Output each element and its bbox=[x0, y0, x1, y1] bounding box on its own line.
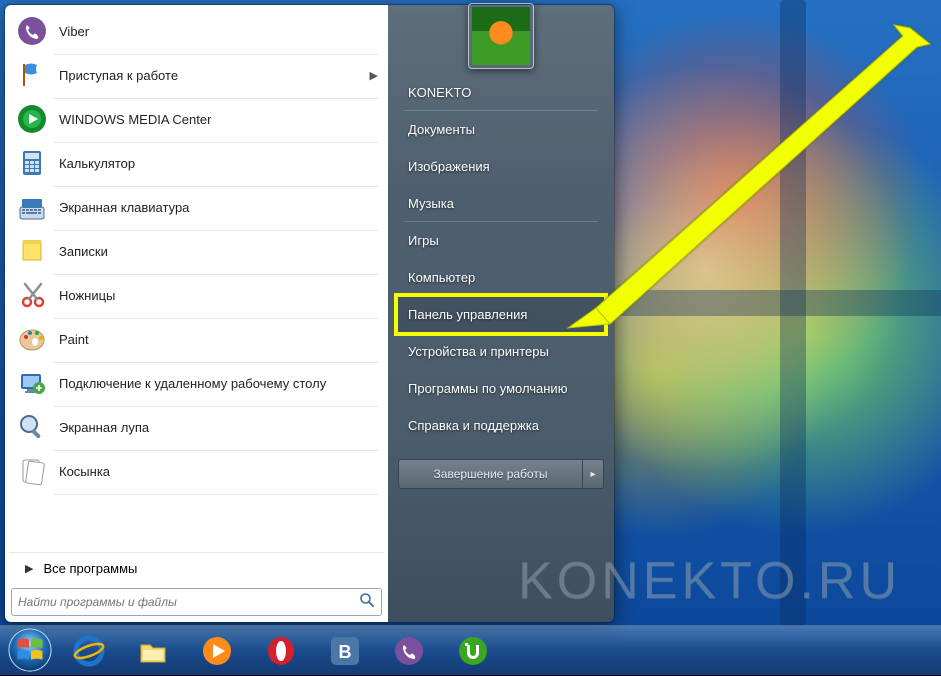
program-item-notes[interactable]: Записки bbox=[9, 229, 384, 273]
taskbar-utorrent-button[interactable] bbox=[442, 630, 504, 672]
program-item-calc[interactable]: Калькулятор bbox=[9, 141, 384, 185]
program-item-keyboard[interactable]: Экранная клавиатура bbox=[9, 185, 384, 229]
taskbar-opera-button[interactable] bbox=[250, 630, 312, 672]
right-panel-item-label: Игры bbox=[408, 233, 439, 248]
all-programs-button[interactable]: ▶ Все программы bbox=[9, 552, 384, 584]
snip-icon bbox=[15, 278, 49, 312]
right-panel-item-label: Справка и поддержка bbox=[408, 418, 539, 433]
program-label: Viber bbox=[59, 24, 378, 39]
user-name-item[interactable]: KONEKTO bbox=[398, 75, 604, 110]
vk-icon bbox=[329, 635, 361, 667]
viber-icon bbox=[393, 635, 425, 667]
paint-icon bbox=[15, 322, 49, 356]
start-button[interactable] bbox=[4, 624, 56, 676]
utorrent-icon bbox=[457, 635, 489, 667]
right-panel-item[interactable]: Справка и поддержка bbox=[398, 408, 604, 443]
user-picture[interactable] bbox=[468, 3, 534, 69]
taskbar-explorer-button[interactable] bbox=[122, 630, 184, 672]
ie-icon bbox=[73, 635, 105, 667]
shutdown-label: Завершение работы bbox=[434, 467, 548, 481]
right-panel-item-label: Программы по умолчанию bbox=[408, 381, 567, 396]
explorer-icon bbox=[137, 635, 169, 667]
right-panel-item-label: Панель управления bbox=[408, 307, 527, 322]
taskbar-ie-button[interactable] bbox=[58, 630, 120, 672]
right-panel-item-label: Компьютер bbox=[408, 270, 475, 285]
start-menu-left-pane: Viber Приступая к работе ▶ WINDOWS MEDIA Ce… bbox=[5, 5, 388, 622]
start-menu: Viber Приступая к работе ▶ WINDOWS MEDIA Ce… bbox=[4, 4, 615, 623]
right-panel-item-label: Документы bbox=[408, 122, 475, 137]
program-label: Экранная клавиатура bbox=[59, 200, 378, 215]
program-label: Подключение к удаленному рабочему столу bbox=[59, 376, 378, 391]
right-panel-item[interactable]: Устройства и принтеры bbox=[398, 334, 604, 369]
program-item-wmc[interactable]: WINDOWS MEDIA Center bbox=[9, 97, 384, 141]
program-list: Viber Приступая к работе ▶ WINDOWS MEDIA Ce… bbox=[9, 9, 384, 552]
right-panel-item-label: Устройства и принтеры bbox=[408, 344, 549, 359]
program-item-viber[interactable]: Viber bbox=[9, 9, 384, 53]
program-label: Калькулятор bbox=[59, 156, 378, 171]
shutdown-options-button[interactable]: ▸ bbox=[582, 459, 604, 489]
solitaire-icon bbox=[15, 454, 49, 488]
taskbar bbox=[0, 625, 941, 675]
right-panel-item[interactable]: Игры bbox=[398, 223, 604, 258]
program-label: Экранная лупа bbox=[59, 420, 378, 435]
viber-icon bbox=[15, 14, 49, 48]
taskbar-wmp-button[interactable] bbox=[186, 630, 248, 672]
start-menu-right-pane: KONEKTO Документы Изображения Музыка Игры Ко… bbox=[388, 5, 614, 622]
right-panel-item[interactable]: Изображения bbox=[398, 149, 604, 184]
program-label: Ножницы bbox=[59, 288, 378, 303]
rdp-icon bbox=[15, 366, 49, 400]
right-panel-item[interactable]: Документы bbox=[398, 112, 604, 147]
calc-icon bbox=[15, 146, 49, 180]
triangle-right-icon: ▶ bbox=[25, 562, 33, 575]
notes-icon bbox=[15, 234, 49, 268]
right-panel-item[interactable]: Музыка bbox=[398, 186, 604, 221]
taskbar-vk-button[interactable] bbox=[314, 630, 376, 672]
user-name-label: KONEKTO bbox=[408, 85, 471, 100]
wmp-icon bbox=[201, 635, 233, 667]
shutdown-button[interactable]: Завершение работы bbox=[398, 459, 582, 489]
shutdown-group: Завершение работы ▸ bbox=[398, 459, 604, 489]
right-panel-item-label: Музыка bbox=[408, 196, 454, 211]
program-item-magnifier[interactable]: Экранная лупа bbox=[9, 405, 384, 449]
program-label: Записки bbox=[59, 244, 378, 259]
program-item-solitaire[interactable]: Косынка bbox=[9, 449, 384, 493]
keyboard-icon bbox=[15, 190, 49, 224]
search-input[interactable] bbox=[18, 595, 359, 609]
program-label: Косынка bbox=[59, 464, 378, 479]
right-panel-item[interactable]: Программы по умолчанию bbox=[398, 371, 604, 406]
magnifier-icon bbox=[15, 410, 49, 444]
opera-icon bbox=[265, 635, 297, 667]
right-panel-list: KONEKTO Документы Изображения Музыка Игры Ко… bbox=[398, 75, 604, 443]
triangle-right-icon: ▸ bbox=[590, 469, 595, 480]
program-item-paint[interactable]: Paint bbox=[9, 317, 384, 361]
right-panel-item[interactable]: Панель управления bbox=[398, 297, 604, 332]
program-item-snip[interactable]: Ножницы bbox=[9, 273, 384, 317]
all-programs-label: Все программы bbox=[43, 561, 137, 576]
program-label: Paint bbox=[59, 332, 378, 347]
flag-icon bbox=[15, 58, 49, 92]
right-panel-item-label: Изображения bbox=[408, 159, 490, 174]
program-item-rdp[interactable]: Подключение к удаленному рабочему столу bbox=[9, 361, 384, 405]
program-label: Приступая к работе bbox=[59, 68, 360, 83]
search-box[interactable] bbox=[11, 588, 382, 616]
search-icon bbox=[359, 592, 375, 613]
taskbar-viber-button[interactable] bbox=[378, 630, 440, 672]
program-item-flag[interactable]: Приступая к работе ▶ bbox=[9, 53, 384, 97]
submenu-arrow-icon: ▶ bbox=[370, 69, 378, 82]
right-panel-item[interactable]: Компьютер bbox=[398, 260, 604, 295]
wmc-icon bbox=[15, 102, 49, 136]
program-label: WINDOWS MEDIA Center bbox=[59, 112, 378, 127]
